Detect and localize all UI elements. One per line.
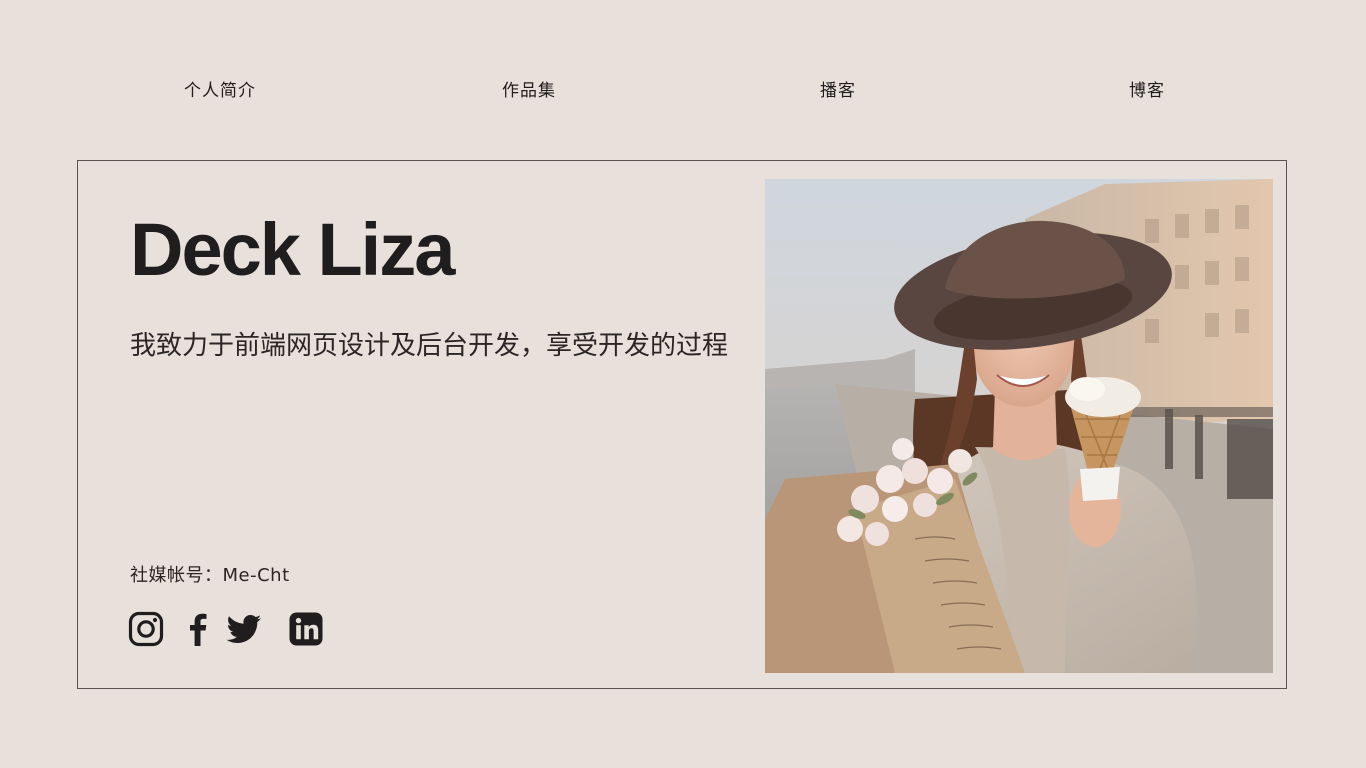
profile-photo	[765, 179, 1273, 673]
social-account-label: 社媒帐号：Me-Cht	[130, 565, 290, 586]
nav-item-portfolio[interactable]: 作品集	[502, 76, 556, 101]
person-name: Deck Liza	[130, 208, 455, 291]
top-nav: 个人简介 作品集 播客 博客	[0, 76, 1366, 102]
hero-card: Deck Liza 我致力于前端网页设计及后台开发，享受开发的过程 社媒帐号：M…	[77, 160, 1287, 689]
nav-item-profile[interactable]: 个人简介	[184, 76, 256, 101]
linkedin-icon[interactable]	[288, 611, 324, 647]
nav-item-blog[interactable]: 博客	[1129, 76, 1165, 101]
tagline: 我致力于前端网页设计及后台开发，享受开发的过程	[130, 331, 729, 361]
nav-item-podcast[interactable]: 播客	[820, 76, 856, 101]
twitter-icon[interactable]	[226, 611, 262, 647]
facebook-icon[interactable]	[180, 611, 216, 647]
instagram-icon[interactable]	[128, 611, 164, 647]
